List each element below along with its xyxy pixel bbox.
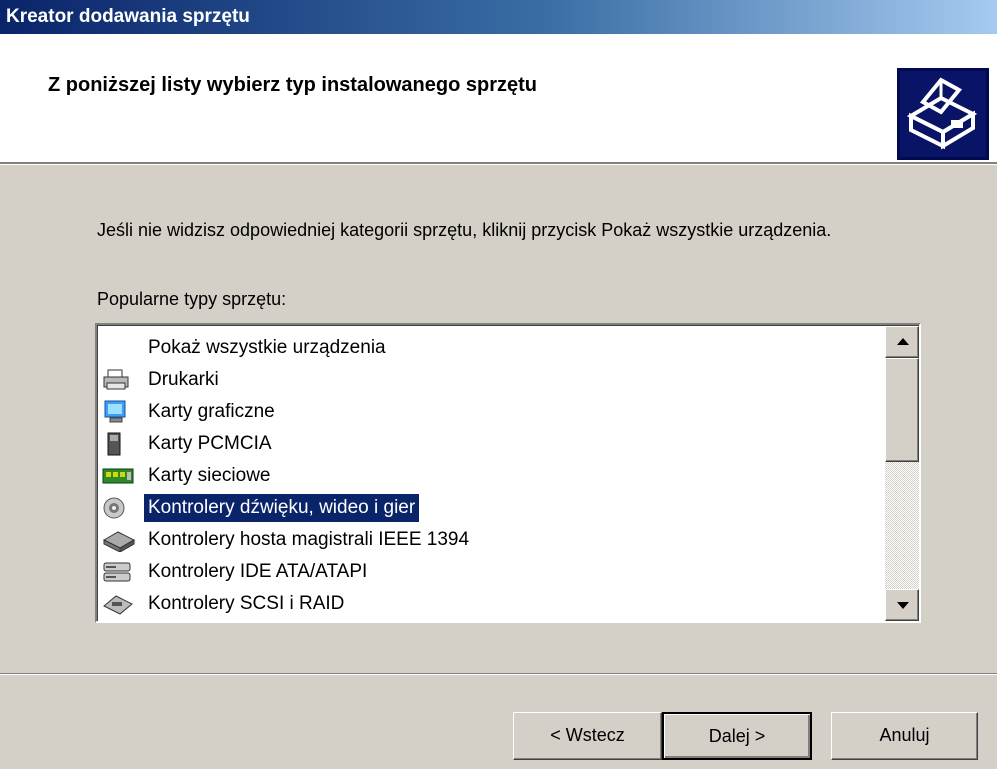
scroll-up-button[interactable] (885, 326, 919, 358)
list-item-sound-video-game[interactable]: Kontrolery dźwięku, wideo i gier (102, 492, 420, 524)
list-item-ieee1394[interactable]: Kontrolery hosta magistrali IEEE 1394 (102, 524, 473, 556)
arrow-down-icon (897, 602, 909, 609)
pcmcia-card-icon (102, 432, 138, 456)
list-item-display-adapters[interactable]: Karty graficzne (102, 396, 279, 428)
list-item-pcmcia[interactable]: Karty PCMCIA (102, 428, 276, 460)
display-adapter-icon (102, 400, 138, 424)
sound-controller-icon (102, 496, 138, 520)
list-label: Popularne typy sprzętu: (97, 289, 287, 309)
scroll-down-button[interactable] (885, 589, 919, 621)
hardware-type-listbox[interactable]: Pokaż wszystkie urządzenia Drukarki Kart… (95, 323, 921, 623)
printer-icon (102, 368, 138, 392)
next-button[interactable]: Dalej > (662, 712, 812, 760)
list-item-ide-ata[interactable]: Kontrolery IDE ATA/ATAPI (102, 556, 371, 588)
cancel-button[interactable]: Anuluj (831, 712, 978, 760)
wizard-body: Jeśli nie widzisz odpowiedniej kategorii… (0, 165, 997, 769)
network-card-icon (102, 464, 138, 488)
list-scrollbar[interactable] (885, 326, 919, 621)
hardware-wizard-icon (897, 68, 989, 160)
scroll-thumb[interactable] (885, 358, 919, 462)
info-text: Jeśli nie widzisz odpowiedniej kategorii… (97, 220, 832, 240)
page-title: Z poniższej listy wybierz typ instalowan… (48, 74, 537, 96)
window-title: Kreator dodawania sprzętu (6, 6, 250, 27)
list-item-network-adapters[interactable]: Karty sieciowe (102, 460, 275, 492)
footer-separator (0, 673, 997, 675)
list-item-printers[interactable]: Drukarki (102, 364, 223, 396)
arrow-up-icon (897, 338, 909, 345)
blank-icon (102, 336, 138, 360)
list-item-scsi-raid[interactable]: Kontrolery SCSI i RAID (102, 588, 348, 620)
back-button[interactable]: < Wstecz (513, 712, 662, 760)
ieee1394-controller-icon (102, 528, 138, 553)
list-item-show-all[interactable]: Pokaż wszystkie urządzenia (102, 332, 390, 364)
wizard-header: Z poniższej listy wybierz typ instalowan… (0, 34, 997, 162)
window-titlebar[interactable]: Kreator dodawania sprzętu (0, 0, 997, 34)
ide-controller-icon (102, 560, 138, 584)
scsi-controller-icon (102, 592, 138, 616)
